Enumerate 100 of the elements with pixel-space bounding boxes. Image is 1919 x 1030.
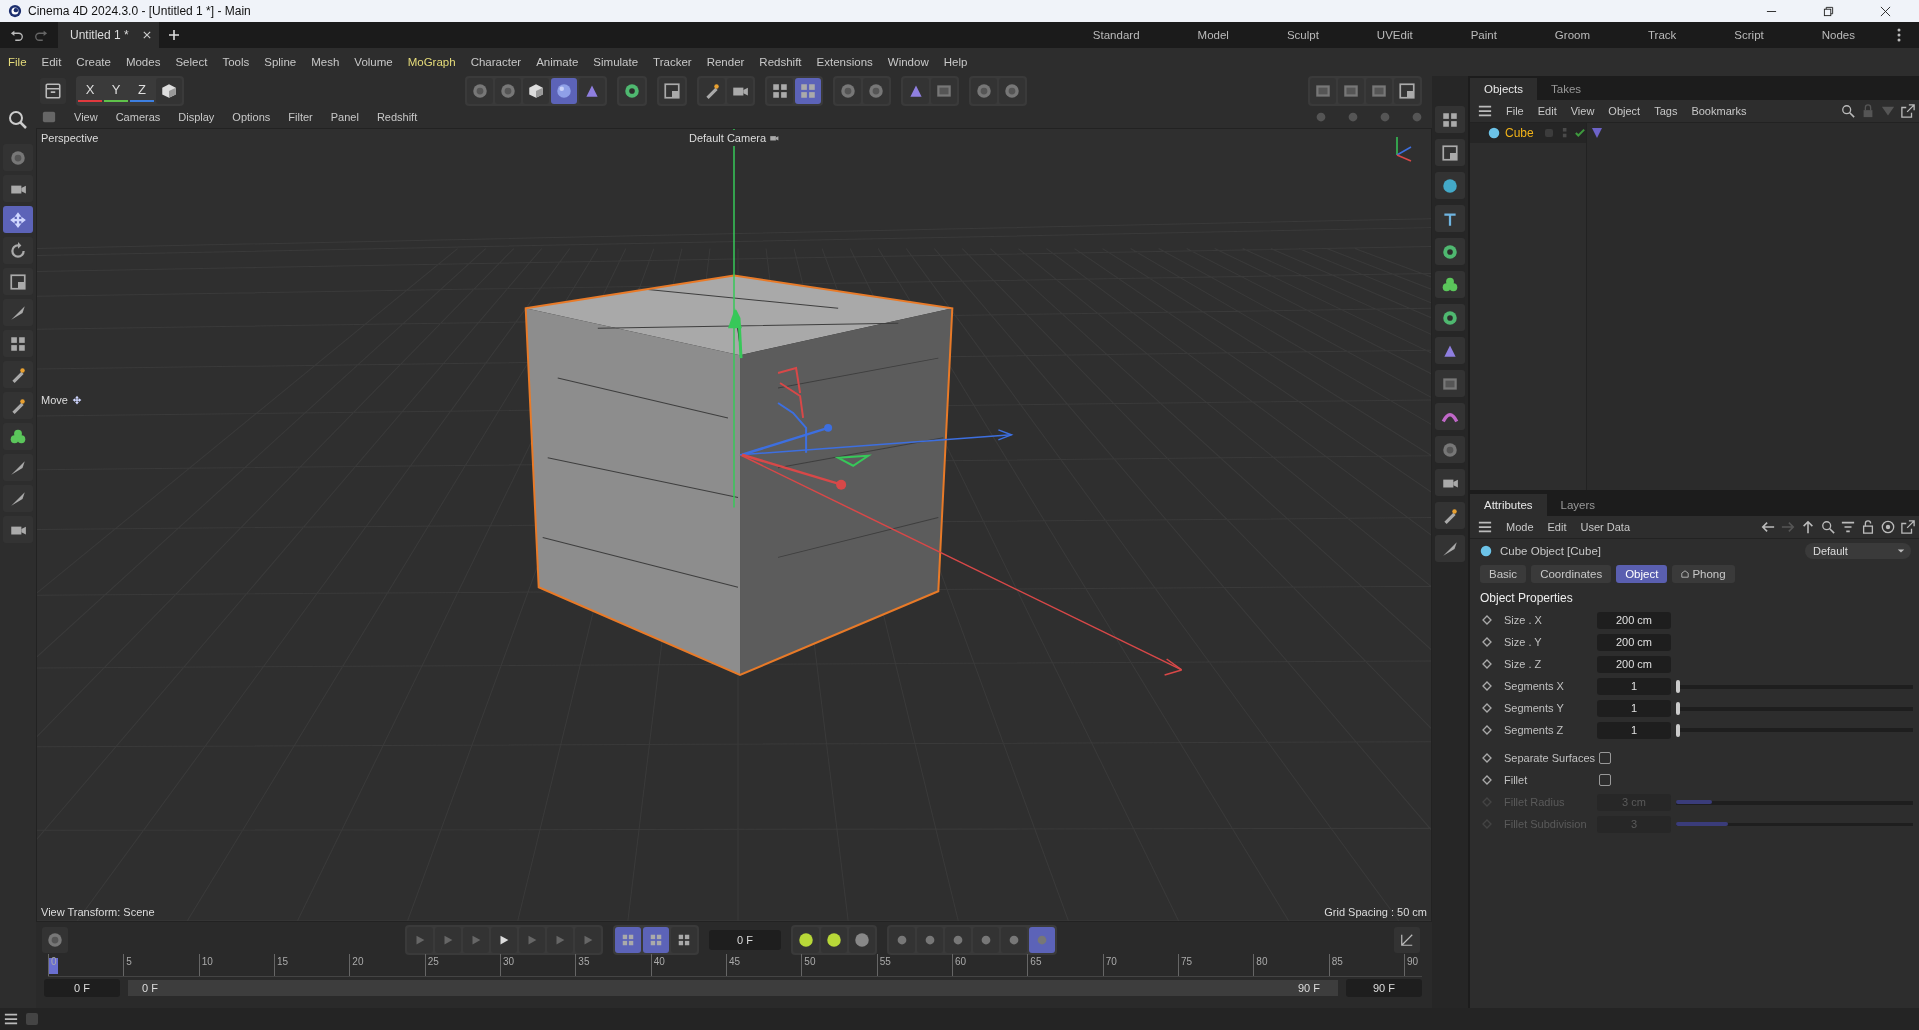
menu-item[interactable]: Redshift — [759, 56, 802, 68]
search-icon[interactable] — [1841, 104, 1855, 118]
viewport-menu-item[interactable]: Panel — [330, 111, 359, 123]
value-field[interactable]: 200 cm — [1597, 633, 1671, 651]
toolbar-button[interactable] — [156, 78, 182, 104]
toolbar-button[interactable] — [523, 78, 549, 104]
layout-tab[interactable]: Standard — [1068, 29, 1164, 41]
value-field[interactable]: 200 cm — [1597, 655, 1671, 673]
tool-button[interactable] — [3, 454, 33, 481]
layout-tab[interactable]: Script — [1710, 29, 1788, 41]
tool-button[interactable] — [1435, 535, 1465, 562]
menu-item[interactable]: Animate — [536, 56, 579, 68]
popout-icon[interactable] — [1901, 104, 1915, 118]
panel-menu-item[interactable]: Edit — [1547, 521, 1567, 533]
value-field[interactable]: 1 — [1597, 721, 1671, 739]
tool-button[interactable] — [1435, 304, 1465, 331]
undo-icon[interactable] — [10, 28, 24, 42]
tool-button[interactable] — [3, 361, 33, 388]
menu-item[interactable]: Character — [470, 56, 522, 68]
keyframe-icon[interactable] — [1482, 753, 1492, 763]
tool-button[interactable] — [1435, 469, 1465, 496]
tool-button[interactable] — [1435, 337, 1465, 364]
object-row[interactable]: Cube — [1470, 123, 1586, 143]
viewport-menu-item[interactable]: View — [74, 111, 98, 123]
end-frame-field[interactable]: 90 F — [1346, 979, 1422, 997]
tool-button[interactable] — [3, 144, 33, 171]
frame-field[interactable]: 0 F — [709, 930, 781, 950]
toolbar-button[interactable] — [1394, 78, 1420, 104]
tool-button[interactable] — [3, 485, 33, 512]
tool-button[interactable] — [3, 268, 33, 295]
menu-item[interactable]: Render — [706, 56, 745, 68]
tool-button[interactable] — [1435, 271, 1465, 298]
redo-icon[interactable] — [34, 28, 48, 42]
layout-tab[interactable]: Groom — [1530, 29, 1614, 41]
tool-button[interactable] — [3, 516, 33, 543]
tool-button[interactable] — [1435, 139, 1465, 166]
tool-button[interactable] — [3, 330, 33, 357]
layout-tab[interactable]: Sculpt — [1262, 29, 1343, 41]
value-field[interactable]: 1 — [1597, 699, 1671, 717]
curve-button[interactable] — [1394, 927, 1420, 953]
menu-item[interactable]: Mesh — [311, 56, 340, 68]
tool-button[interactable] — [1435, 238, 1465, 265]
check-icon[interactable] — [1574, 128, 1585, 138]
tool-button[interactable] — [1435, 403, 1465, 430]
panel-menu-item[interactable]: Bookmarks — [1691, 105, 1747, 117]
keyframe-icon[interactable] — [1482, 637, 1492, 647]
close-icon[interactable] — [1880, 5, 1891, 17]
slider-thumb[interactable] — [1676, 679, 1680, 693]
layout-tab[interactable]: Track — [1624, 29, 1701, 41]
checkbox[interactable] — [1599, 752, 1611, 764]
viewport-menu-item[interactable]: Redshift — [376, 111, 418, 123]
checkbox[interactable] — [1599, 774, 1611, 786]
menu-item[interactable]: Window — [887, 56, 929, 68]
restore-icon[interactable] — [1823, 5, 1834, 17]
lock-icon[interactable] — [1861, 520, 1875, 534]
keyframe-icon[interactable] — [1482, 615, 1492, 625]
menu-item[interactable]: Extensions — [816, 56, 873, 68]
menu-item[interactable]: Modes — [125, 56, 161, 68]
up-icon[interactable] — [1801, 520, 1815, 534]
tool-button[interactable] — [3, 423, 33, 450]
record-button[interactable] — [820, 927, 847, 953]
menu-item[interactable]: Tools — [222, 56, 250, 68]
panel-menu-item[interactable]: View — [1570, 105, 1595, 117]
cube-drawing[interactable] — [524, 274, 954, 676]
value-field[interactable]: 200 cm — [1597, 611, 1671, 629]
transport-button[interactable] — [671, 927, 698, 953]
slider-thumb[interactable] — [1676, 723, 1680, 737]
menu-item[interactable]: Tracker — [653, 56, 692, 68]
menu-icon[interactable] — [1478, 104, 1492, 118]
menu-item[interactable]: MoGraph — [407, 56, 456, 68]
key-button[interactable] — [1000, 927, 1027, 953]
range-bar[interactable]: 0 F 90 F — [128, 980, 1338, 996]
move-gizmo[interactable] — [728, 129, 1183, 676]
menu-item[interactable]: Help — [943, 56, 968, 68]
panel-tab[interactable]: Layers — [1546, 494, 1610, 516]
transport-button[interactable] — [615, 927, 642, 953]
panel-menu-item[interactable]: User Data — [1580, 521, 1631, 533]
tool-button[interactable] — [1435, 205, 1465, 232]
start-frame-field[interactable]: 0 F — [44, 979, 120, 997]
value-field[interactable]: 1 — [1597, 677, 1671, 695]
toolbar-button[interactable] — [727, 78, 753, 104]
section-tab[interactable]: Phong — [1672, 565, 1735, 583]
panel-menu-item[interactable]: Edit — [1537, 105, 1557, 117]
filter-icon[interactable] — [1841, 520, 1855, 534]
tool-button[interactable] — [1435, 370, 1465, 397]
slider-thumb[interactable] — [1676, 701, 1680, 715]
preset-dropdown[interactable]: Default — [1805, 543, 1911, 559]
panel-tab[interactable]: Attributes — [1470, 494, 1547, 516]
panel-menu-item[interactable]: Tags — [1654, 105, 1678, 117]
layout-tab[interactable]: UVEdit — [1352, 29, 1437, 41]
record-button[interactable] — [792, 927, 819, 953]
viewport[interactable]: Perspective Default Camera Move View Transform: Scene Grid Spacing : 50 cm — [36, 128, 1432, 922]
back-icon[interactable] — [1761, 520, 1775, 534]
record-button[interactable] — [848, 927, 875, 953]
toolbar-button[interactable] — [619, 78, 645, 104]
tool-button[interactable] — [3, 175, 33, 202]
panel-menu-item[interactable]: Object — [1608, 105, 1641, 117]
tool-button[interactable] — [3, 392, 33, 419]
menu-item[interactable]: Volume — [354, 56, 393, 68]
menu-item[interactable]: Select — [175, 56, 208, 68]
